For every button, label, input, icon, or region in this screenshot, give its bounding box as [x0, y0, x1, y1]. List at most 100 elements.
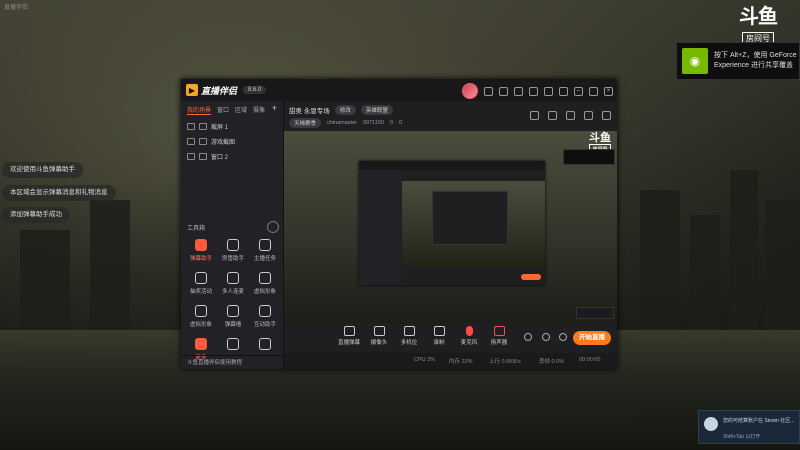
multicam-control[interactable]: 多机位 [394, 326, 424, 346]
status-upload: 上行 0.0KB/s [489, 359, 521, 365]
status-cpu: CPU 3% [414, 357, 436, 363]
bg-building [640, 190, 680, 340]
tool-item[interactable]: 主播任务 [249, 239, 281, 262]
tool-label: 弹幕助手 [189, 256, 212, 262]
tool-item[interactable]: 虚拟形象 [249, 272, 281, 295]
info-icons [530, 111, 611, 120]
more-icon [195, 338, 207, 350]
streamer-name: chinamaster [327, 120, 357, 126]
app-window: ▶ 直播伴侣 8.6.0 – × 我的场景 窗口 区域 摄像 + 截屏 1 游戏… [181, 79, 617, 369]
tool-item[interactable]: 多人连麦 [217, 272, 249, 295]
rocket-icon[interactable] [524, 333, 532, 341]
edit-title-button[interactable]: 修改 [334, 105, 356, 115]
douyu-logo: 斗鱼 [739, 6, 778, 28]
avatar-tool-icon [259, 272, 271, 284]
avatar[interactable] [462, 83, 478, 99]
mail-icon[interactable] [484, 86, 493, 96]
tab-window[interactable]: 窗口 [217, 105, 229, 115]
close-icon[interactable]: × [604, 86, 613, 96]
add-source-button[interactable]: + [272, 104, 277, 115]
tool-item[interactable]: 抽奖活动 [185, 272, 217, 295]
tools-collapse-icon[interactable] [267, 221, 279, 233]
lock-icon[interactable] [199, 138, 207, 145]
admin-icon [227, 239, 239, 251]
app-name: 直播伴侣 [201, 85, 238, 96]
lock-icon[interactable] [199, 123, 207, 130]
minimize-icon[interactable]: – [574, 86, 583, 96]
menu-icon[interactable] [559, 86, 568, 96]
lottery-icon [195, 272, 207, 284]
tutorial-link[interactable]: 斗鱼直播伴侣使用教程 [181, 355, 283, 369]
danmu-control[interactable]: 直播弹幕 [334, 326, 364, 346]
tool-item[interactable]: 弹幕助手 [185, 239, 217, 262]
eye-icon[interactable] [187, 138, 195, 145]
stream-info-bar: 甜奥 永恩专场 修改 英雄联盟 天梯赛季 chinamaster 9971150… [284, 101, 617, 131]
danmu-icon [343, 326, 355, 336]
settings-icon[interactable] [529, 86, 538, 96]
control-bar: 直播弹幕 摄像头 多机位 录制 麦克风 扬声器 开始直播 [284, 323, 617, 353]
preview-nvidia-toast [563, 149, 615, 165]
scene-item[interactable]: 游戏截图 [181, 134, 283, 149]
mic-icon [465, 326, 473, 336]
start-live-button[interactable]: 开始直播 [573, 331, 611, 345]
corner-label: 直播伴侣 [4, 5, 29, 11]
tool-label: 抽奖活动 [189, 289, 212, 295]
shirt-icon[interactable] [548, 111, 557, 120]
share-icon[interactable] [602, 111, 611, 120]
bg-building [20, 230, 70, 340]
record-control[interactable]: 录制 [424, 326, 454, 346]
app-logo: ▶ 直播伴侣 [186, 84, 237, 97]
record-icon [433, 326, 445, 336]
source-tabs: 我的场景 窗口 区域 摄像 + [181, 101, 283, 119]
steam-icon [704, 417, 718, 431]
maximize-icon[interactable] [589, 86, 598, 96]
control-label: 直播弹幕 [337, 340, 360, 346]
tab-camera[interactable]: 摄像 [253, 105, 265, 115]
screen-icon[interactable] [566, 111, 575, 120]
scene-item[interactable]: 截屏 1 [181, 119, 283, 134]
status-memory: 内存 22% [449, 359, 473, 365]
steam-toast[interactable]: 您的可结算账户在 Steam 社区... Shift+Tab 以打开 [698, 410, 800, 444]
status-bar: CPU 3% 内存 22% 上行 0.0KB/s 丢帧 0.0% 00:00:0… [284, 353, 617, 369]
version-pill[interactable]: 8.6.0 [243, 86, 267, 94]
eye-icon[interactable] [542, 333, 550, 341]
bg-building [690, 215, 720, 340]
lock-icon[interactable] [199, 153, 207, 160]
tool-item[interactable]: 互动助手 [249, 305, 281, 328]
multicam-icon [403, 326, 415, 336]
mic-control[interactable]: 麦克风 [454, 326, 484, 346]
tool-item[interactable]: 弹幕墙 [217, 305, 249, 328]
scene-item[interactable]: 窗口 2 [181, 149, 283, 164]
stream-title: 甜奥 永恩专场 [289, 108, 330, 115]
bg-building [730, 170, 758, 340]
nvidia-line1: 按下 Alt+Z，使用 GeForce [714, 52, 797, 59]
eye-icon[interactable] [187, 123, 195, 130]
tool-item[interactable]: 房管助手 [217, 239, 249, 262]
tab-my-scenes[interactable]: 我的场景 [187, 105, 212, 115]
camera-icon [373, 326, 385, 336]
tool-icon [259, 338, 271, 350]
subcategory-pill[interactable]: 天梯赛季 [289, 118, 322, 128]
nested-app-capture [359, 161, 545, 285]
settings-icon[interactable] [559, 333, 567, 341]
tab-region[interactable]: 区域 [235, 105, 247, 115]
shop-icon[interactable] [514, 86, 523, 96]
speaker-icon [493, 326, 505, 336]
control-label: 扬声器 [490, 340, 508, 346]
speaker-control[interactable]: 扬声器 [484, 326, 514, 346]
preview-steam-toast [576, 307, 614, 319]
skin-icon[interactable] [544, 86, 553, 96]
app-logo-icon: ▶ [186, 84, 198, 96]
preview-canvas[interactable]: 斗鱼 房间号 [284, 131, 617, 323]
gifts-count: 0 [399, 120, 403, 126]
gift-icon[interactable] [530, 111, 539, 120]
danmu-icon [195, 239, 207, 251]
bell-icon[interactable] [584, 111, 593, 120]
tool-item[interactable]: 虚拟形象 [185, 305, 217, 328]
eye-icon[interactable] [187, 153, 195, 160]
camera-control[interactable]: 摄像头 [364, 326, 394, 346]
category-pill[interactable]: 英雄联盟 [360, 105, 393, 115]
status-dropped: 丢帧 0.0% [539, 359, 565, 365]
gift-icon[interactable] [499, 86, 508, 96]
scene-label: 窗口 2 [211, 155, 229, 161]
